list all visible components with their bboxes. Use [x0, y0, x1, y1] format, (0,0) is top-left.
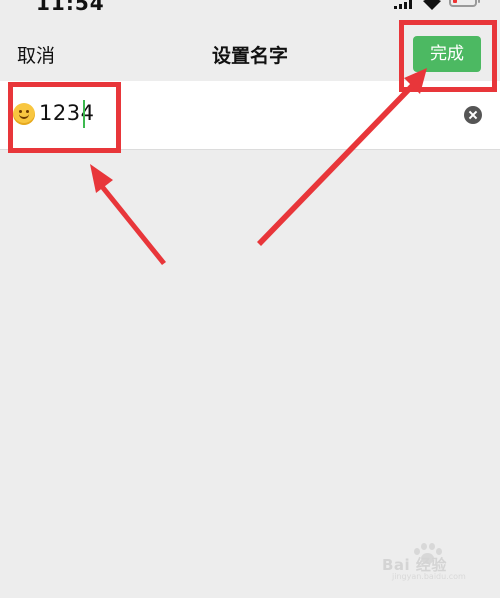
- annotation-arrow-left: [90, 164, 166, 265]
- battery-icon: [449, 0, 480, 7]
- clear-icon[interactable]: [464, 106, 482, 124]
- status-bar: 11:54: [0, 0, 500, 15]
- screen: 11:54 取消 设置名字 完成 1234 Bai 经验 jingyan.bai…: [0, 0, 500, 598]
- annotation-box-input: [8, 82, 121, 153]
- signal-icon: [394, 0, 416, 9]
- wifi-icon: [423, 0, 441, 10]
- annotation-box-done: [399, 20, 497, 92]
- watermark: Bai 经验 jingyan.baidu.com: [382, 542, 490, 582]
- watermark-subtext: jingyan.baidu.com: [392, 572, 466, 581]
- status-time: 11:54: [36, 0, 105, 15]
